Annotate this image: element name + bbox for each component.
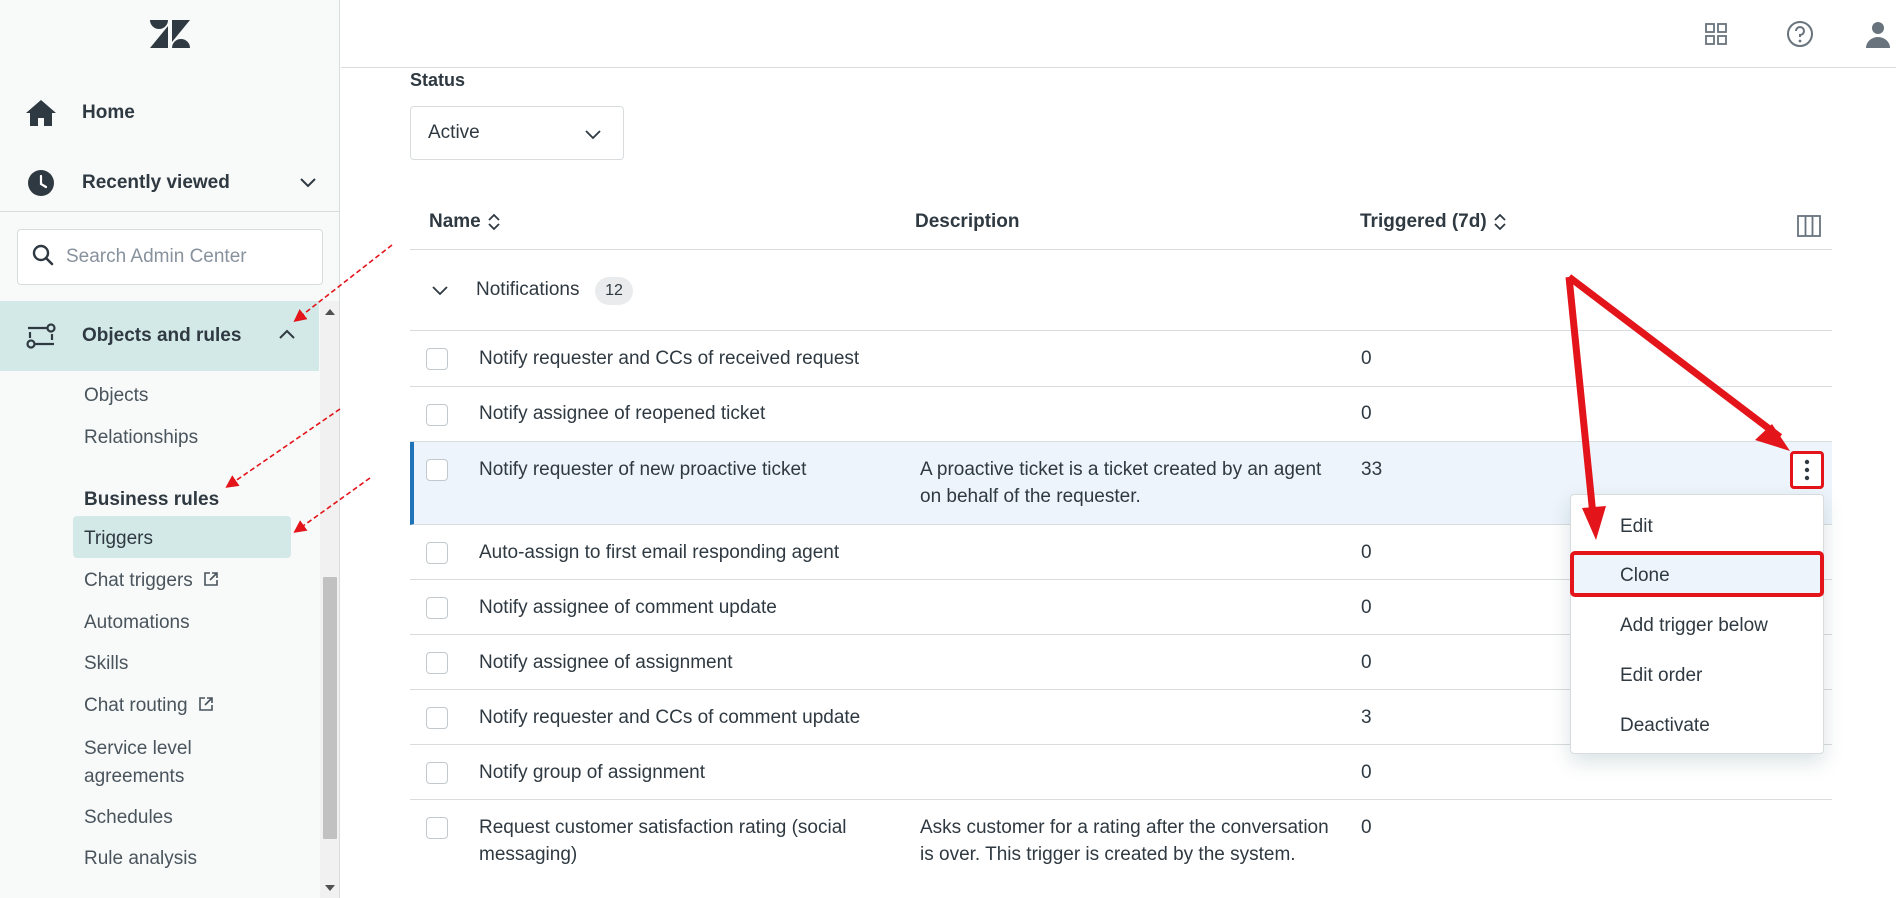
chevron-down-icon[interactable]: [430, 280, 450, 300]
sub-item-relationships[interactable]: Relationships: [84, 427, 198, 449]
sub-item-triggers[interactable]: Triggers: [84, 528, 153, 550]
row-triggered: 0: [1361, 762, 1372, 783]
sub-item-automations[interactable]: Automations: [84, 612, 190, 634]
row-checkbox[interactable]: [426, 348, 448, 370]
menu-item-deactivate[interactable]: Deactivate: [1620, 715, 1710, 737]
row-checkbox[interactable]: [426, 404, 448, 426]
row-triggered: 0: [1361, 652, 1372, 673]
row-checkbox[interactable]: [426, 652, 448, 674]
external-link-icon: [204, 572, 218, 586]
menu-item-add-trigger-below[interactable]: Add trigger below: [1620, 615, 1768, 637]
row-checkbox[interactable]: [426, 817, 448, 839]
more-vertical-icon: [1804, 459, 1810, 481]
sub-item-objects[interactable]: Objects: [84, 385, 148, 407]
row-name[interactable]: Notify requester of new proactive ticket: [479, 456, 899, 483]
nav-objects-and-rules-label: Objects and rules: [82, 325, 242, 346]
help-icon[interactable]: [1784, 18, 1816, 50]
row-name[interactable]: Notify assignee of reopened ticket: [479, 400, 899, 427]
menu-item-edit-order[interactable]: Edit order: [1620, 665, 1702, 687]
table-row[interactable]: Notify requester and CCs of received req…: [410, 331, 1832, 387]
chevron-down-icon[interactable]: [298, 172, 318, 192]
row-name[interactable]: Notify requester and CCs of received req…: [479, 345, 899, 372]
clock-icon: [24, 166, 58, 200]
columns-icon[interactable]: [1797, 215, 1821, 237]
column-header-description: Description: [915, 211, 1020, 233]
status-label: Status: [410, 70, 466, 90]
nav-objects-and-rules[interactable]: Objects and rules: [0, 301, 319, 371]
sub-item-sla-line1[interactable]: Service level: [84, 738, 192, 760]
row-triggered: 0: [1361, 348, 1372, 369]
menu-item-edit[interactable]: Edit: [1620, 516, 1653, 538]
objects-rules-icon: [24, 319, 58, 353]
row-triggered: 0: [1361, 403, 1372, 424]
sub-heading-business-rules: Business rules: [84, 489, 220, 510]
row-name[interactable]: Auto-assign to first email responding ag…: [479, 539, 899, 566]
row-options-button[interactable]: [1790, 451, 1824, 489]
row-triggered: 3: [1361, 707, 1372, 728]
row-name[interactable]: Notify requester and CCs of comment upda…: [479, 704, 899, 731]
row-checkbox[interactable]: [426, 707, 448, 729]
column-header-triggered-label: Triggered (7d): [1360, 211, 1487, 232]
search-icon: [32, 244, 54, 271]
sub-item-chat-triggers-label: Chat triggers: [84, 570, 193, 591]
sub-item-chat-routing[interactable]: Chat routing: [84, 695, 214, 717]
sort-icon: [1494, 213, 1506, 231]
chevron-up-icon[interactable]: [277, 325, 297, 345]
row-description: A proactive ticket is a ticket created b…: [920, 459, 1322, 507]
group-count-badge: 12: [595, 277, 633, 305]
scroll-up-arrow-icon[interactable]: [325, 309, 335, 315]
row-name[interactable]: Request customer satisfaction rating (so…: [479, 814, 899, 868]
sort-icon: [488, 213, 500, 231]
top-bar: [341, 0, 1896, 68]
nav-home[interactable]: Home: [0, 78, 340, 148]
user-icon[interactable]: [1862, 18, 1894, 50]
status-select-value: Active: [428, 122, 480, 143]
row-checkbox[interactable]: [426, 762, 448, 784]
row-description: Asks customer for a rating after the con…: [920, 817, 1329, 865]
row-triggered: 0: [1361, 597, 1372, 618]
scroll-down-arrow-icon[interactable]: [325, 885, 335, 891]
sub-item-chat-routing-label: Chat routing: [84, 695, 188, 716]
column-header-description-label: Description: [915, 211, 1020, 232]
row-checkbox[interactable]: [426, 597, 448, 619]
home-icon: [24, 96, 58, 130]
row-triggered: 0: [1361, 542, 1372, 563]
zendesk-logo-icon[interactable]: [150, 18, 190, 50]
sub-item-rule-analysis[interactable]: Rule analysis: [84, 848, 197, 870]
row-triggered: 0: [1361, 817, 1372, 838]
sub-item-skills[interactable]: Skills: [84, 653, 128, 675]
row-checkbox[interactable]: [426, 459, 448, 481]
group-name: Notifications: [476, 279, 580, 300]
row-name[interactable]: Notify assignee of assignment: [479, 649, 899, 676]
column-header-triggered[interactable]: Triggered (7d): [1360, 211, 1507, 233]
chevron-down-icon: [583, 124, 603, 144]
table-row[interactable]: Notify assignee of reopened ticket 0: [410, 387, 1832, 442]
scroll-thumb[interactable]: [323, 577, 337, 839]
sub-item-schedules[interactable]: Schedules: [84, 807, 173, 829]
sub-item-chat-triggers[interactable]: Chat triggers: [84, 570, 219, 592]
nav-recently-viewed-label: Recently viewed: [82, 172, 230, 193]
sidebar: Home Recently viewed Search Admin Center…: [0, 0, 340, 898]
row-triggered: 33: [1361, 459, 1383, 480]
products-grid-icon[interactable]: [1700, 18, 1732, 50]
column-header-name-label: Name: [429, 211, 481, 232]
sidebar-scrollbar[interactable]: [320, 301, 339, 898]
search-input[interactable]: [66, 246, 306, 268]
nav-recently-viewed[interactable]: Recently viewed: [0, 148, 340, 218]
row-checkbox[interactable]: [426, 542, 448, 564]
external-link-icon: [198, 697, 213, 711]
table-row[interactable]: Request customer satisfaction rating (so…: [410, 800, 1832, 898]
group-row-notifications[interactable]: Notifications 12: [410, 250, 1832, 331]
status-select[interactable]: Active: [410, 106, 624, 160]
nav-home-label: Home: [82, 102, 135, 123]
sidebar-divider: [0, 211, 340, 212]
row-name[interactable]: Notify group of assignment: [479, 759, 899, 786]
sub-item-sla-line2[interactable]: agreements: [84, 766, 184, 788]
column-header-name[interactable]: Name: [429, 211, 501, 233]
row-name[interactable]: Notify assignee of comment update: [479, 594, 899, 621]
admin-search[interactable]: [17, 229, 323, 285]
menu-item-clone[interactable]: Clone: [1620, 565, 1670, 587]
clone-highlight[interactable]: [1570, 551, 1824, 597]
